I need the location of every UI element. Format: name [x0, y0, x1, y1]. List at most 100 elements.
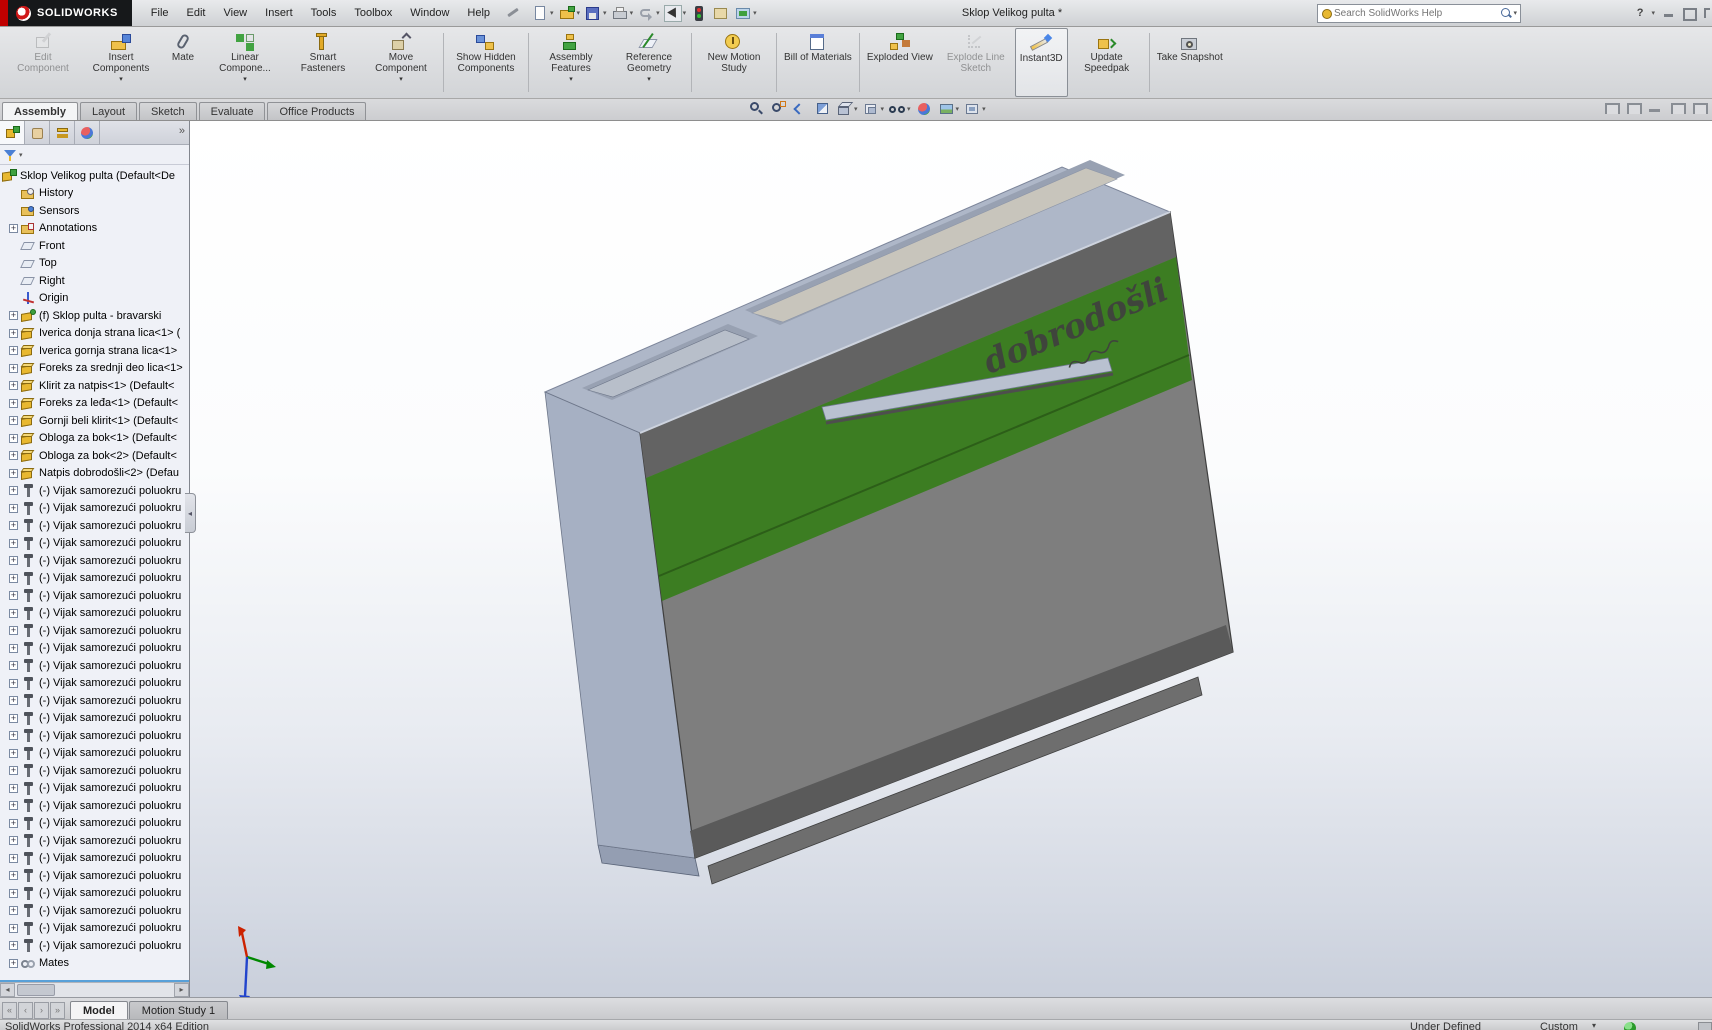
ribbon-smart-fasteners[interactable]: Smart Fasteners: [284, 28, 362, 97]
expand-icon[interactable]: +: [9, 609, 18, 618]
previous-view-icon[interactable]: [791, 101, 809, 117]
tree-item-vijak-samorezu-i-poluokru[interactable]: +(-) Vijak samorezući poluokru: [0, 535, 189, 553]
scrollbar-thumb[interactable]: [17, 984, 55, 996]
bottom-tab-motion-study-1[interactable]: Motion Study 1: [129, 1001, 228, 1019]
expand-icon[interactable]: +: [9, 906, 18, 915]
restore-icon[interactable]: [1682, 8, 1695, 18]
configuration-dropdown-icon[interactable]: ▾: [1592, 1021, 1596, 1030]
menu-insert[interactable]: Insert: [256, 3, 302, 23]
menu-view[interactable]: View: [214, 3, 256, 23]
reference-geometry-dropdown-icon[interactable]: ▾: [647, 75, 651, 86]
panel-horizontal-scrollbar[interactable]: ◂ ▸: [0, 982, 189, 997]
tree-item-gornji-beli-klirit-1-default[interactable]: +Gornji beli klirit<1> (Default<: [0, 412, 189, 430]
expand-icon[interactable]: +: [9, 766, 18, 775]
tab-assembly[interactable]: Assembly: [2, 102, 78, 120]
tree-item-f-sklop-pulta-bravarski[interactable]: +(f) Sklop pulta - bravarski: [0, 307, 189, 325]
tree-item-vijak-samorezu-i-poluokru[interactable]: +(-) Vijak samorezući poluokru: [0, 710, 189, 728]
expand-icon[interactable]: +: [9, 959, 18, 968]
tree-item-iverica-gornja-strana-lica-1[interactable]: +Iverica gornja strana lica<1>: [0, 342, 189, 360]
expand-icon[interactable]: +: [9, 819, 18, 828]
expand-icon[interactable]: +: [9, 399, 18, 408]
apply-scene-icon[interactable]: [937, 101, 955, 117]
linear-pattern-dropdown-icon[interactable]: ▾: [243, 75, 247, 86]
tree-item-sklop-velikog-pulta-default-de[interactable]: Sklop Velikog pulta (Default<De: [0, 167, 189, 185]
help-icon[interactable]: ?: [1637, 7, 1644, 19]
tree-item-obloga-za-bok-1-default[interactable]: +Obloga za bok<1> (Default<: [0, 430, 189, 448]
expand-icon[interactable]: +: [9, 311, 18, 320]
panel-tab-property-manager[interactable]: [25, 121, 50, 144]
study-nav-1-icon[interactable]: ‹: [18, 1002, 33, 1019]
study-nav-0-icon[interactable]: «: [2, 1002, 17, 1019]
file-properties-icon[interactable]: [712, 5, 730, 22]
tree-item-klirit-za-natpis-1-default[interactable]: +Klirit za natpis<1> (Default<: [0, 377, 189, 395]
expand-icon[interactable]: +: [9, 731, 18, 740]
doc-maximize-icon[interactable]: [1626, 102, 1640, 114]
tree-item-obloga-za-bok-2-default[interactable]: +Obloga za bok<2> (Default<: [0, 447, 189, 465]
tree-item-vijak-samorezu-i-poluokru[interactable]: +(-) Vijak samorezući poluokru: [0, 797, 189, 815]
close-icon[interactable]: [1702, 8, 1710, 18]
view-orientation-icon[interactable]: [835, 101, 853, 117]
undo-icon[interactable]: [637, 5, 655, 22]
tree-item-vijak-samorezu-i-poluokru[interactable]: +(-) Vijak samorezući poluokru: [0, 500, 189, 518]
study-nav-2-icon[interactable]: ›: [34, 1002, 49, 1019]
ribbon-show-hidden[interactable]: Show Hidden Components: [447, 28, 525, 97]
undo-dropdown-icon[interactable]: ▾: [656, 9, 660, 17]
help-dropdown-icon[interactable]: ▾: [1651, 9, 1655, 17]
expand-icon[interactable]: +: [9, 836, 18, 845]
panel-collapse-handle[interactable]: ◂: [185, 493, 196, 533]
tree-item-vijak-samorezu-i-poluokru[interactable]: +(-) Vijak samorezući poluokru: [0, 867, 189, 885]
tree-item-annotations[interactable]: +Annotations: [0, 220, 189, 238]
panel-tab-feature-tree[interactable]: [0, 121, 25, 144]
open-icon[interactable]: [558, 5, 576, 22]
doc-minimize-icon[interactable]: [1648, 102, 1662, 114]
menu-file[interactable]: File: [142, 3, 178, 23]
expand-icon[interactable]: +: [9, 224, 18, 233]
print-icon[interactable]: [611, 5, 629, 22]
tab-evaluate[interactable]: Evaluate: [199, 102, 266, 120]
tree-item-vijak-samorezu-i-poluokru[interactable]: +(-) Vijak samorezući poluokru: [0, 640, 189, 658]
tree-item-vijak-samorezu-i-poluokru[interactable]: +(-) Vijak samorezući poluokru: [0, 675, 189, 693]
pen-icon[interactable]: [505, 6, 519, 20]
new-icon[interactable]: [531, 5, 549, 22]
ribbon-snapshot[interactable]: Take Snapshot: [1153, 28, 1227, 97]
view-settings-dropdown-icon[interactable]: ▾: [982, 105, 986, 113]
tree-item-origin[interactable]: Origin: [0, 290, 189, 308]
tree-item-vijak-samorezu-i-poluokru[interactable]: +(-) Vijak samorezući poluokru: [0, 885, 189, 903]
expand-icon[interactable]: +: [9, 626, 18, 635]
tree-item-vijak-samorezu-i-poluokru[interactable]: +(-) Vijak samorezući poluokru: [0, 587, 189, 605]
display-style-icon[interactable]: [862, 101, 880, 117]
tree-item-mates[interactable]: +Mates: [0, 955, 189, 973]
expand-icon[interactable]: +: [9, 941, 18, 950]
expand-icon[interactable]: +: [9, 801, 18, 810]
ribbon-exploded-view[interactable]: Exploded View: [863, 28, 937, 97]
expand-icon[interactable]: +: [9, 381, 18, 390]
expand-icon[interactable]: +: [9, 924, 18, 933]
options-icon[interactable]: [734, 5, 752, 22]
tree-item-vijak-samorezu-i-poluokru[interactable]: +(-) Vijak samorezući poluokru: [0, 622, 189, 640]
tree-item-foreks-za-le-a-1-default[interactable]: +Foreks za leđa<1> (Default<: [0, 395, 189, 413]
tree-item-vijak-samorezu-i-poluokru[interactable]: +(-) Vijak samorezući poluokru: [0, 780, 189, 798]
expand-icon[interactable]: +: [9, 871, 18, 880]
section-view-icon[interactable]: [813, 101, 831, 117]
print-dropdown-icon[interactable]: ▾: [630, 9, 634, 17]
expand-icon[interactable]: +: [9, 434, 18, 443]
expand-icon[interactable]: +: [9, 364, 18, 373]
tree-item-foreks-za-srednji-deo-lica-1[interactable]: +Foreks za srednji deo lica<1>: [0, 360, 189, 378]
select-icon[interactable]: [664, 5, 682, 22]
tree-item-vijak-samorezu-i-poluokru[interactable]: +(-) Vijak samorezući poluokru: [0, 920, 189, 938]
expand-icon[interactable]: +: [9, 644, 18, 653]
assembly-features-dropdown-icon[interactable]: ▾: [569, 75, 573, 86]
view-orientation-dropdown-icon[interactable]: ▾: [854, 105, 858, 113]
tree-item-vijak-samorezu-i-poluokru[interactable]: +(-) Vijak samorezući poluokru: [0, 482, 189, 500]
menu-help[interactable]: Help: [458, 3, 499, 23]
tab-sketch[interactable]: Sketch: [139, 102, 197, 120]
search-icon[interactable]: [1500, 7, 1512, 19]
tab-office-products[interactable]: Office Products: [267, 102, 366, 120]
tree-item-vijak-samorezu-i-poluokru[interactable]: +(-) Vijak samorezući poluokru: [0, 762, 189, 780]
tree-item-vijak-samorezu-i-poluokru[interactable]: +(-) Vijak samorezući poluokru: [0, 517, 189, 535]
tree-item-vijak-samorezu-i-poluokru[interactable]: +(-) Vijak samorezući poluokru: [0, 692, 189, 710]
expand-icon[interactable]: +: [9, 714, 18, 723]
doc-cascade-icon[interactable]: [1670, 102, 1684, 114]
search-dropdown-icon[interactable]: ▾: [1513, 9, 1517, 17]
ribbon-speedpak[interactable]: Update Speedpak: [1068, 28, 1146, 97]
